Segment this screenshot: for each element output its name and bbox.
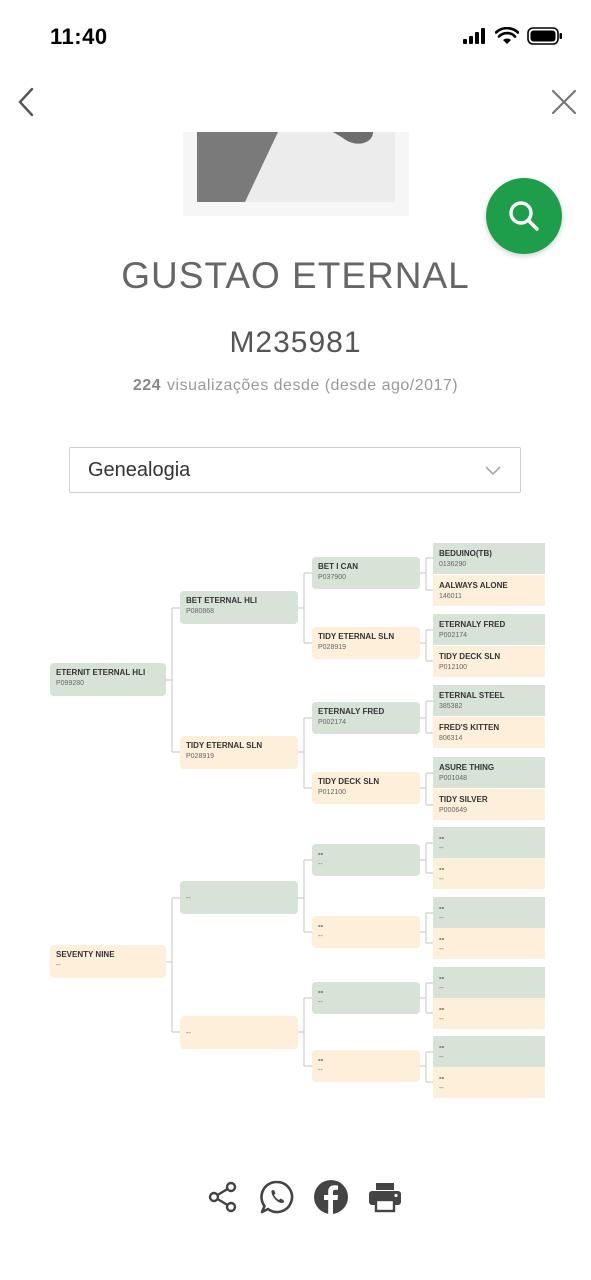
horse-reg-label: P001048 [439,775,468,782]
horse-reg-label: -- [439,915,444,922]
horse-name-label: -- [318,849,324,858]
pedigree-gen3-3[interactable]: ETERNALY FRED P002174 [312,702,420,734]
horse-reg-label: P028919 [318,644,347,651]
whatsapp-icon [260,1180,294,1214]
share-icon [208,1181,237,1213]
pedigree-gen3-2[interactable]: TIDY ETERNAL SLN P028919 [312,627,420,659]
horse-reg-label: P012100 [318,789,347,796]
pedigree-paternal-grandsire[interactable]: BET ETERNAL HLI P080868 [180,591,298,624]
horse-reg-label: -- [439,845,444,852]
pedigree-gen4-10[interactable]: -- -- [433,858,545,889]
horse-reg-label: -- [439,985,444,992]
horse-name-label: BET ETERNAL HLI [186,596,257,605]
horse-reg-label: P099280 [56,680,85,687]
horse-name-label: -- [439,1073,445,1082]
pedigree-gen3-5[interactable]: -- -- [312,844,420,876]
horse-name-label: ETERNALY FRED [439,620,506,629]
pedigree-gen4-6[interactable]: FRED'S KITTEN 806314 [433,717,545,748]
horse-reg-label: P002174 [318,719,347,726]
pedigree-maternal-granddam[interactable]: -- [180,1016,298,1049]
print-icon [369,1183,401,1213]
horse-reg-label: -- [318,861,323,868]
horse-name-label: -- [439,903,445,912]
horse-name-label: TIDY ETERNAL SLN [186,741,263,750]
horse-name-label: SEVENTY NINE [56,950,115,959]
horse-reg-label: 0136290 [439,561,467,568]
pedigree-gen4-16[interactable]: -- -- [433,1067,545,1098]
pedigree-gen3-6[interactable]: -- -- [312,916,420,948]
horse-name-label: -- [439,1004,445,1013]
horse-reg-label: 806314 [439,735,463,742]
horse-reg-label: -- [186,895,191,902]
horse-reg-label: -- [439,1054,444,1061]
horse-reg-label: 146011 [439,593,462,600]
horse-name-label: BEDUINO(TB) [439,549,492,558]
horse-name-label: -- [318,1055,324,1064]
print-button[interactable] [367,1178,403,1216]
horse-name-label: TIDY DECK SLN [318,777,380,786]
horse-name-label: TIDY ETERNAL SLN [318,632,395,641]
share-button[interactable] [205,1178,241,1216]
horse-name-label: TIDY SILVER [439,795,488,804]
horse-reg-label: -- [318,1067,323,1074]
whatsapp-button[interactable] [259,1178,295,1216]
pedigree-dam[interactable]: SEVENTY NINE -- [50,945,166,978]
pedigree-gen4-9[interactable]: -- -- [433,827,545,858]
pedigree-gen4-4[interactable]: TIDY DECK SLN P012100 [433,646,545,677]
pedigree-gen4-3[interactable]: ETERNALY FRED P002174 [433,614,545,645]
pedigree-gen4-13[interactable]: -- -- [433,967,545,998]
horse-name-label: FRED'S KITTEN [439,723,500,732]
horse-name-label: ETERNALY FRED [318,707,385,716]
horse-name-label: ETERNAL STEEL [439,691,505,700]
facebook-button[interactable] [313,1178,349,1216]
pedigree-gen3-7[interactable]: -- -- [312,982,420,1014]
horse-name-label: AALWAYS ALONE [439,581,508,590]
horse-reg-label: -- [318,999,323,1006]
horse-reg-label: P012100 [439,664,468,671]
horse-reg-label: -- [439,1016,444,1023]
horse-name-label: -- [439,833,445,842]
horse-name-label: -- [439,973,445,982]
horse-reg-label: P037900 [318,574,347,581]
horse-name-label: -- [439,864,445,873]
horse-name-label: ASURE THING [439,763,495,772]
horse-reg-label: -- [186,1030,191,1037]
horse-reg-label: -- [439,1085,444,1092]
horse-reg-label: P000649 [439,807,468,814]
horse-reg-label: 385382 [439,703,463,710]
pedigree-gen4-14[interactable]: -- -- [433,998,545,1029]
horse-reg-label: -- [439,876,444,883]
pedigree-gen4-11[interactable]: -- -- [433,897,545,928]
pedigree-gen4-7[interactable]: ASURE THING P001048 [433,757,545,788]
horse-name-label: -- [439,1042,445,1051]
pedigree-gen4-2[interactable]: AALWAYS ALONE 146011 [433,575,545,606]
pedigree-gen3-4[interactable]: TIDY DECK SLN P012100 [312,772,420,804]
horse-name-label: -- [439,934,445,943]
horse-reg-label: P002174 [439,632,468,639]
horse-reg-label: -- [318,933,323,940]
horse-name-label: ETERNIT ETERNAL HLI [56,668,146,677]
horse-reg-label: P080868 [186,608,215,615]
horse-reg-label: P028919 [186,753,215,760]
horse-name-label: BET I CAN [318,562,358,571]
horse-name-label: -- [318,987,324,996]
pedigree-gen4-12[interactable]: -- -- [433,928,545,959]
pedigree-gen4-5[interactable]: ETERNAL STEEL 385382 [433,685,545,716]
horse-name-label: TIDY DECK SLN [439,652,501,661]
horse-reg-label: -- [439,946,444,953]
pedigree-maternal-grandsire[interactable]: -- [180,881,298,914]
pedigree-paternal-granddam[interactable]: TIDY ETERNAL SLN P028919 [180,736,298,769]
pedigree-gen4-1[interactable]: BEDUINO(TB) 0136290 [433,543,545,574]
pedigree-sire[interactable]: ETERNIT ETERNAL HLI P099280 [50,663,166,696]
pedigree-gen4-15[interactable]: -- -- [433,1036,545,1067]
horse-name-label: -- [318,921,324,930]
share-bar [205,1178,403,1216]
facebook-icon [314,1180,348,1214]
pedigree-gen4-8[interactable]: TIDY SILVER P000649 [433,789,545,820]
pedigree-gen3-8[interactable]: -- -- [312,1050,420,1082]
pedigree-gen3-1[interactable]: BET I CAN P037900 [312,557,420,589]
horse-reg-label: -- [56,962,61,969]
